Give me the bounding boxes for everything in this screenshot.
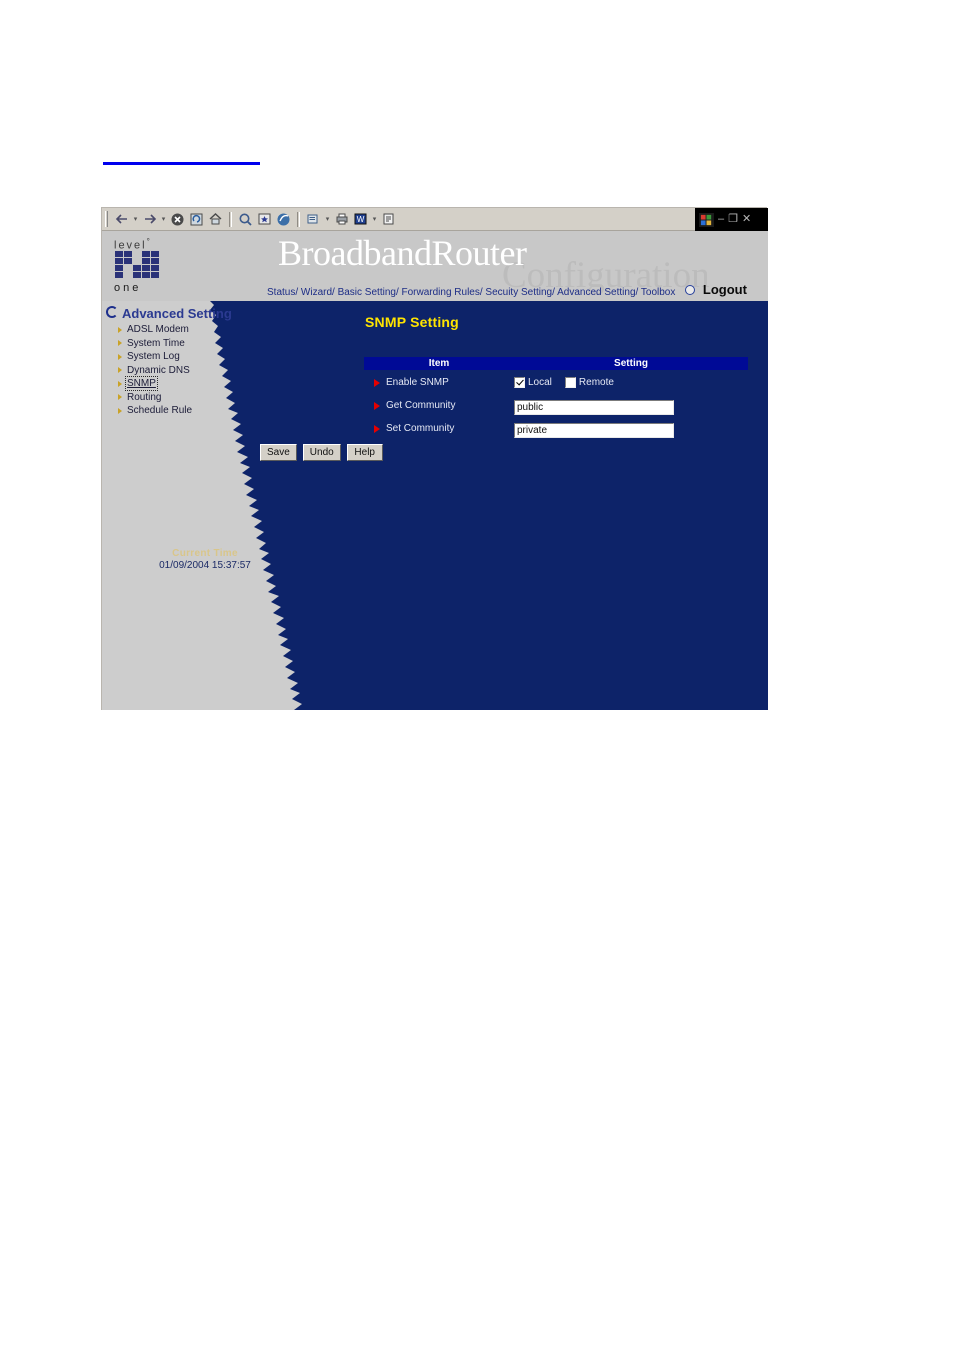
row-label-cell: Enable SNMP — [364, 371, 514, 395]
table-row: Enable SNMP Local Remote — [364, 371, 748, 395]
row-label: Enable SNMP — [386, 377, 449, 388]
home-icon[interactable] — [206, 210, 225, 228]
current-time-value: 01/09/2004 15:37:57 — [159, 560, 251, 571]
column-header-setting: Setting — [514, 357, 748, 371]
history-icon[interactable] — [304, 210, 323, 228]
logo-text-bottom: one — [114, 282, 142, 294]
sidebar-item-label: ADSL Modem — [127, 324, 189, 336]
edit-dropdown-icon[interactable]: ▾ — [370, 210, 379, 228]
sidebar-item-adsl-modem[interactable]: ADSL Modem — [118, 323, 298, 337]
sidebar-heading-label: Advanced Setting — [122, 306, 232, 321]
logout-button[interactable]: Logout — [703, 282, 747, 297]
table-header-row: Item Setting — [364, 357, 748, 371]
row-setting-cell — [514, 394, 748, 417]
row-label-cell: Get Community — [364, 394, 514, 417]
back-dropdown-icon[interactable]: ▾ — [131, 210, 140, 228]
row-label: Set Community — [386, 423, 455, 434]
snmp-settings-table: Item Setting Enable SNMP Local Remote Ge… — [364, 357, 748, 440]
sidebar-item-snmp[interactable]: SNMP — [118, 376, 298, 392]
row-bullet-icon — [374, 424, 380, 433]
enable-snmp-remote-checkbox[interactable] — [564, 377, 576, 388]
refresh-icon[interactable] — [187, 210, 206, 228]
logo-text-top: level° — [114, 237, 152, 252]
help-button[interactable]: Help — [346, 444, 383, 461]
bullet-triangle-icon — [118, 340, 122, 347]
row-label-cell: Set Community — [364, 417, 514, 440]
sidebar-item-label: SNMP — [125, 376, 158, 392]
bullet-triangle-icon — [118, 394, 122, 401]
minimize-button[interactable]: – — [718, 214, 724, 225]
undo-button[interactable]: Undo — [302, 444, 341, 461]
sidebar-item-label: Dynamic DNS — [127, 364, 190, 376]
discuss-icon[interactable] — [379, 210, 398, 228]
sidebar-item-label: System Time — [127, 337, 185, 349]
get-community-input[interactable] — [514, 399, 674, 415]
bullet-triangle-icon — [118, 367, 122, 374]
table-row: Get Community — [364, 394, 748, 417]
header-title: BroadbandRouter — [278, 233, 527, 273]
edit-with-word-icon[interactable]: W — [351, 210, 370, 228]
row-setting-cell: Local Remote — [514, 371, 748, 395]
levelone-logo: level° one — [112, 237, 168, 295]
column-header-item: Item — [364, 357, 514, 371]
favorites-icon[interactable] — [255, 210, 274, 228]
restore-button[interactable]: ❐ — [728, 214, 738, 225]
current-time-block: Current Time 01/09/2004 15:37:57 — [120, 548, 290, 571]
search-icon[interactable] — [236, 210, 255, 228]
logo-mark-icon — [115, 251, 159, 278]
toolbar-separator — [297, 211, 300, 227]
enable-snmp-local-checkbox[interactable] — [514, 377, 525, 388]
enable-snmp-local-label: Local — [528, 377, 552, 388]
table-row: Set Community — [364, 417, 748, 440]
close-button[interactable]: ✕ — [742, 214, 751, 225]
enable-snmp-remote-label: Remote — [578, 377, 614, 388]
set-community-input[interactable] — [514, 422, 674, 438]
forward-dropdown-icon[interactable]: ▾ — [159, 210, 168, 228]
page-title: SNMP Setting — [365, 314, 459, 330]
browser-screenshot: ▾ ▾ ▾ W ▾ – ❐ ✕ level° one Configuration… — [101, 207, 768, 710]
sidebar-item-system-log[interactable]: System Log — [118, 350, 298, 364]
sidebar-item-label: System Log — [127, 351, 180, 363]
sidebar-item-label: Routing — [127, 391, 162, 403]
bullet-triangle-icon — [118, 407, 122, 414]
row-label: Get Community — [386, 400, 456, 411]
bullet-triangle-icon — [118, 353, 122, 360]
bullet-triangle-icon — [118, 380, 122, 387]
document-rule — [103, 162, 260, 165]
print-icon[interactable] — [332, 210, 351, 228]
svg-text:W: W — [357, 215, 365, 224]
windows-logo-icon — [699, 212, 714, 227]
logout-radio-icon[interactable] — [685, 285, 696, 295]
bullet-triangle-icon — [118, 326, 122, 333]
back-icon[interactable] — [112, 210, 131, 228]
router-body: Advanced Setting ADSL Modem System Time … — [102, 301, 768, 710]
history-dropdown-icon[interactable]: ▾ — [323, 210, 332, 228]
current-time-label: Current Time — [172, 548, 238, 559]
sidebar-heading: Advanced Setting — [106, 306, 232, 321]
action-buttons: Save Undo Help — [260, 444, 383, 461]
sidebar-heading-icon — [106, 306, 118, 318]
sidebar-item-dynamic-dns[interactable]: Dynamic DNS — [118, 364, 298, 378]
forward-icon[interactable] — [140, 210, 159, 228]
router-header-banner: level° one Configuration BroadbandRouter… — [102, 231, 768, 301]
sidebar-item-system-time[interactable]: System Time — [118, 337, 298, 351]
save-button[interactable]: Save — [260, 444, 297, 461]
sidebar-item-label: Schedule Rule — [127, 405, 193, 417]
window-controls: – ❐ ✕ — [695, 208, 768, 231]
stop-icon[interactable] — [168, 210, 187, 228]
sidebar-item-routing[interactable]: Routing — [118, 391, 298, 405]
sidebar-list: ADSL Modem System Time System Log Dynami… — [118, 323, 298, 418]
toolbar-separator — [229, 211, 232, 227]
header-nav: Status/ Wizard/ Basic Setting/ Forwardin… — [267, 282, 747, 298]
toolbar-grip[interactable] — [105, 211, 108, 227]
sidebar-item-schedule-rule[interactable]: Schedule Rule — [118, 404, 298, 418]
header-nav-links[interactable]: Status/ Wizard/ Basic Setting/ Forwardin… — [267, 287, 675, 298]
row-bullet-icon — [374, 401, 380, 410]
media-icon[interactable] — [274, 210, 293, 228]
row-bullet-icon — [374, 378, 380, 387]
row-setting-cell — [514, 417, 748, 440]
browser-toolbar: ▾ ▾ ▾ W ▾ – ❐ ✕ — [102, 208, 768, 231]
